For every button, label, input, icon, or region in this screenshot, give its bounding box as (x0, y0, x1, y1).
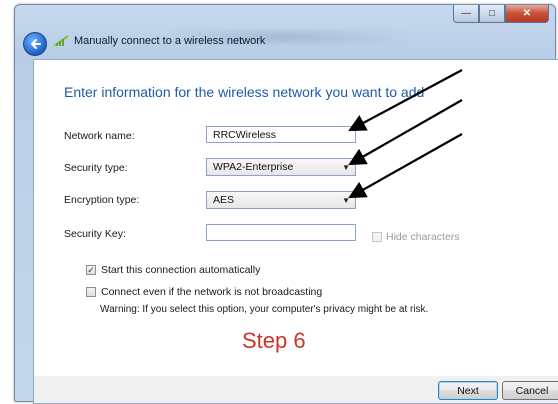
annotation-arrow-icon (348, 99, 463, 166)
annotation-arrow-icon (348, 69, 463, 132)
annotation-arrow-icon (348, 133, 463, 199)
annotation-arrows (348, 69, 463, 199)
